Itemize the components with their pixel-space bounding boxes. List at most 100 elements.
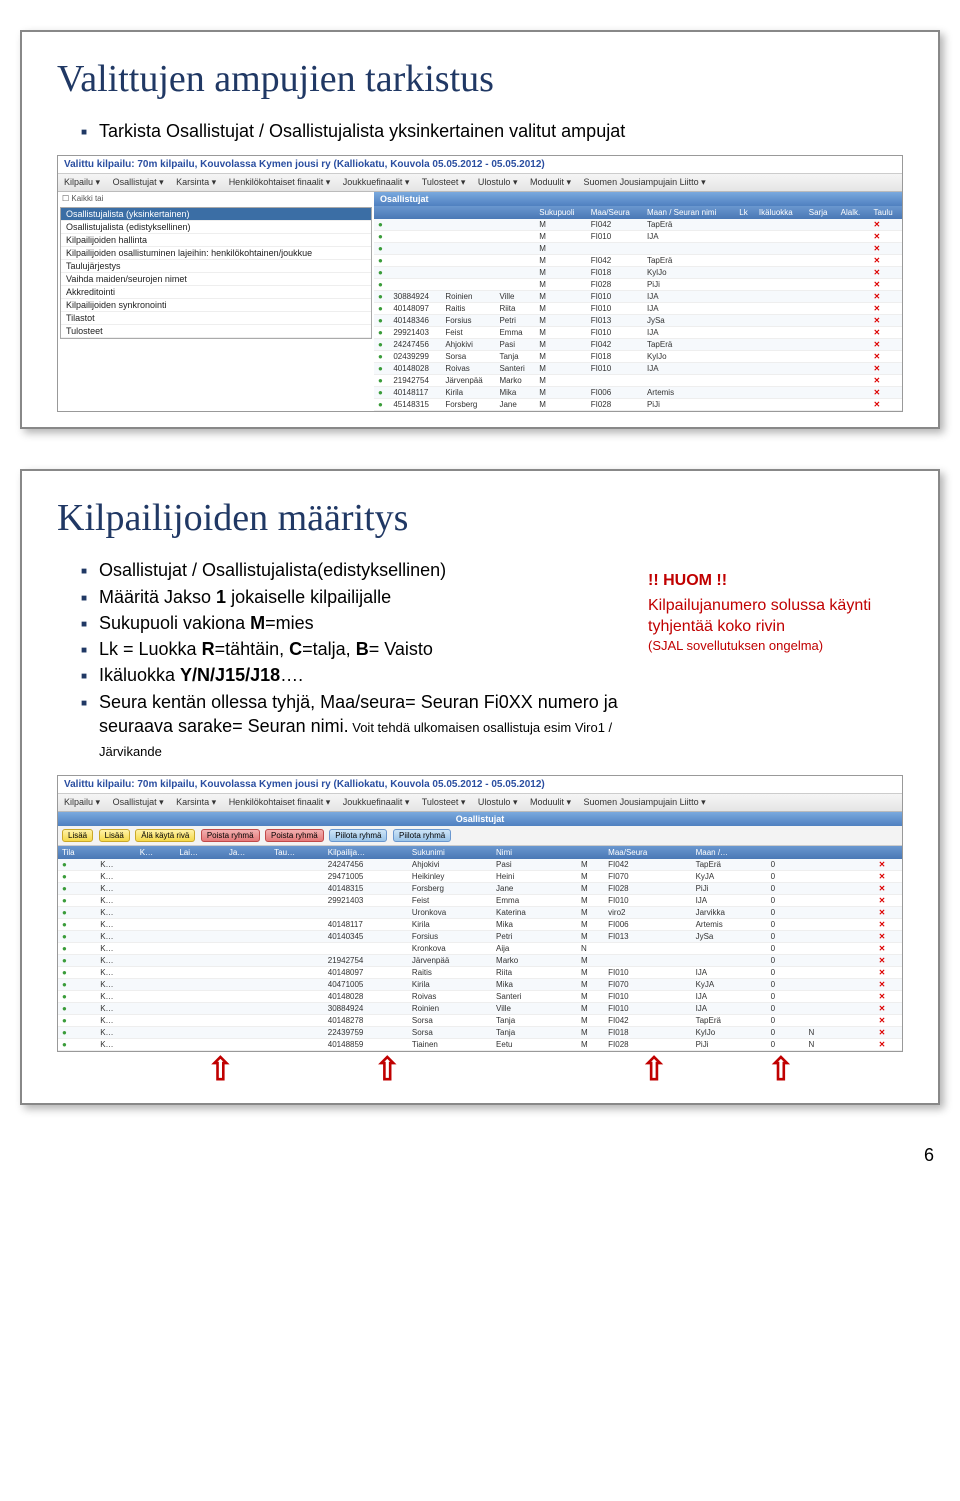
- table-row[interactable]: ●40148117KirilaMikaMFI006Artemis✕: [374, 387, 902, 399]
- delete-icon[interactable]: ✕: [870, 291, 902, 303]
- table-row[interactable]: ●K…40148315ForsbergJaneMFI028PiJi0✕: [58, 882, 902, 894]
- dropdown-item[interactable]: Akkreditointi: [61, 286, 371, 299]
- delete-icon[interactable]: ✕: [875, 906, 902, 918]
- table-row[interactable]: ●30884924RoinienVilleMFI010IJA✕: [374, 291, 902, 303]
- toolbar-btn[interactable]: Älä käytä rivä: [135, 829, 195, 842]
- delete-icon[interactable]: ✕: [875, 966, 902, 978]
- menu-item[interactable]: Joukkuefinaalit ▾: [343, 177, 410, 187]
- dropdown-item[interactable]: Taulujärjestys: [61, 260, 371, 273]
- col-header: Taulu: [870, 206, 902, 219]
- table-row[interactable]: ●MFI042TapErä✕: [374, 255, 902, 267]
- delete-icon[interactable]: ✕: [870, 315, 902, 327]
- delete-icon[interactable]: ✕: [870, 375, 902, 387]
- delete-icon[interactable]: ✕: [870, 267, 902, 279]
- table-row[interactable]: ●21942754JärvenpääMarkoM✕: [374, 375, 902, 387]
- table-row[interactable]: ●24247456AhjokiviPasiMFI042TapErä✕: [374, 339, 902, 351]
- delete-icon[interactable]: ✕: [870, 399, 902, 411]
- toolbar-btn[interactable]: Lisää: [99, 829, 130, 842]
- dropdown-item[interactable]: Osallistujalista (edistyksellinen): [61, 221, 371, 234]
- menu-item[interactable]: Henkilökohtaiset finaalit ▾: [229, 177, 331, 187]
- menu-item[interactable]: Joukkuefinaalit ▾: [343, 797, 410, 807]
- table-row[interactable]: ●MFI018KylJo✕: [374, 267, 902, 279]
- table-row[interactable]: ●MFI028PiJi✕: [374, 279, 902, 291]
- table-row[interactable]: ●K…21942754JärvenpääMarkoM0✕: [58, 954, 902, 966]
- dropdown-item[interactable]: Kilpailijoiden hallinta: [61, 234, 371, 247]
- delete-icon[interactable]: ✕: [870, 219, 902, 231]
- delete-icon[interactable]: ✕: [870, 255, 902, 267]
- table-row[interactable]: ●K…22439759SorsaTanjaMFI018KylJo0N✕: [58, 1026, 902, 1038]
- menu-item[interactable]: Karsinta ▾: [176, 177, 216, 187]
- menu-item[interactable]: Kilpailu ▾: [64, 177, 100, 187]
- table-row[interactable]: ●K…24247456AhjokiviPasiMFI042TapErä0✕: [58, 859, 902, 871]
- delete-icon[interactable]: ✕: [870, 243, 902, 255]
- table-row[interactable]: ●45148315ForsbergJaneMFI028PiJi✕: [374, 399, 902, 411]
- dropdown-item[interactable]: Vaihda maiden/seurojen nimet: [61, 273, 371, 286]
- table-row[interactable]: ●K…40148278SorsaTanjaMFI042TapErä0✕: [58, 1014, 902, 1026]
- menu-item[interactable]: Tulosteet ▾: [422, 177, 466, 187]
- table-row[interactable]: ●K…UronkovaKaterinaMviro2Jarvikka0✕: [58, 906, 902, 918]
- toolbar-btn[interactable]: Piilota ryhmä: [393, 829, 451, 842]
- table-row[interactable]: ●K…40148097RaitisRiitaMFI010IJA0✕: [58, 966, 902, 978]
- dropdown-item[interactable]: Tulosteet: [61, 325, 371, 338]
- table-row[interactable]: ●K…40148859TiainenEetuMFI028PiJi0N✕: [58, 1038, 902, 1050]
- table-row[interactable]: ●02439299SorsaTanjaMFI018KylJo✕: [374, 351, 902, 363]
- table-row[interactable]: ●K…30884924RoinienVilleMFI010IJA0✕: [58, 1002, 902, 1014]
- table-row[interactable]: ●MFI042TapErä✕: [374, 219, 902, 231]
- delete-icon[interactable]: ✕: [875, 882, 902, 894]
- table-row[interactable]: ●40148097RaitisRiitaMFI010IJA✕: [374, 303, 902, 315]
- dropdown-item[interactable]: Tilastot: [61, 312, 371, 325]
- delete-icon[interactable]: ✕: [875, 978, 902, 990]
- toolbar-btn[interactable]: Poista ryhmä: [265, 829, 324, 842]
- toolbar-btn[interactable]: Poista ryhmä: [201, 829, 260, 842]
- table-row[interactable]: ●K…KronkovaAijaN0✕: [58, 942, 902, 954]
- table-row[interactable]: ●40148346ForsiusPetriMFI013JySa✕: [374, 315, 902, 327]
- menu-item[interactable]: Karsinta ▾: [176, 797, 216, 807]
- menu-item[interactable]: Osallistujat ▾: [113, 797, 164, 807]
- menu-item[interactable]: Kilpailu ▾: [64, 797, 100, 807]
- delete-icon[interactable]: ✕: [875, 1038, 902, 1050]
- table-row[interactable]: ●40148028RoivasSanteriMFI010IJA✕: [374, 363, 902, 375]
- delete-icon[interactable]: ✕: [875, 1002, 902, 1014]
- delete-icon[interactable]: ✕: [870, 327, 902, 339]
- menu-item[interactable]: Suomen Jousiampujain Liitto ▾: [584, 177, 706, 187]
- menu-item[interactable]: Tulosteet ▾: [422, 797, 466, 807]
- toolbar-btn[interactable]: Piilota ryhmä: [329, 829, 387, 842]
- table-row[interactable]: ●MFI010IJA✕: [374, 231, 902, 243]
- delete-icon[interactable]: ✕: [875, 954, 902, 966]
- toolbar-btn[interactable]: Lisää: [62, 829, 93, 842]
- table-row[interactable]: ●29921403FeistEmmaMFI010IJA✕: [374, 327, 902, 339]
- menu-item[interactable]: Ulostulo ▾: [478, 797, 518, 807]
- delete-icon[interactable]: ✕: [870, 339, 902, 351]
- menu-item[interactable]: Moduulit ▾: [530, 177, 571, 187]
- delete-icon[interactable]: ✕: [870, 303, 902, 315]
- delete-icon[interactable]: ✕: [870, 231, 902, 243]
- delete-icon[interactable]: ✕: [870, 387, 902, 399]
- delete-icon[interactable]: ✕: [875, 990, 902, 1002]
- dropdown-item[interactable]: Kilpailijoiden synkronointi: [61, 299, 371, 312]
- delete-icon[interactable]: ✕: [870, 351, 902, 363]
- delete-icon[interactable]: ✕: [870, 279, 902, 291]
- dropdown-item[interactable]: Osallistujalista (yksinkertainen): [61, 208, 371, 221]
- table-row[interactable]: ●K…29921403FeistEmmaMFI010IJA0✕: [58, 894, 902, 906]
- dropdown-item[interactable]: Kilpailijoiden osallistuminen lajeihin: …: [61, 247, 371, 260]
- table-row[interactable]: ●K…29471005HeikinleyHeiniMFI070KyJA0✕: [58, 870, 902, 882]
- table-row[interactable]: ●K…40471005KirilaMikaMFI070KyJA0✕: [58, 978, 902, 990]
- menu-item[interactable]: Henkilökohtaiset finaalit ▾: [229, 797, 331, 807]
- menu-item[interactable]: Ulostulo ▾: [478, 177, 518, 187]
- delete-icon[interactable]: ✕: [875, 918, 902, 930]
- delete-icon[interactable]: ✕: [875, 894, 902, 906]
- table-row[interactable]: ●M✕: [374, 243, 902, 255]
- menu-item[interactable]: Osallistujat ▾: [113, 177, 164, 187]
- menu-item[interactable]: Suomen Jousiampujain Liitto ▾: [584, 797, 706, 807]
- table-row[interactable]: ●K…40140345ForsiusPetriMFI013JySa0✕: [58, 930, 902, 942]
- delete-icon[interactable]: ✕: [875, 859, 902, 871]
- delete-icon[interactable]: ✕: [870, 363, 902, 375]
- table-row[interactable]: ●K…40148028RoivasSanteriMFI010IJA0✕: [58, 990, 902, 1002]
- table-row[interactable]: ●K…40148117KirilaMikaMFI006Artemis0✕: [58, 918, 902, 930]
- delete-icon[interactable]: ✕: [875, 930, 902, 942]
- delete-icon[interactable]: ✕: [875, 1026, 902, 1038]
- menu-item[interactable]: Moduulit ▾: [530, 797, 571, 807]
- delete-icon[interactable]: ✕: [875, 1014, 902, 1026]
- delete-icon[interactable]: ✕: [875, 870, 902, 882]
- delete-icon[interactable]: ✕: [875, 942, 902, 954]
